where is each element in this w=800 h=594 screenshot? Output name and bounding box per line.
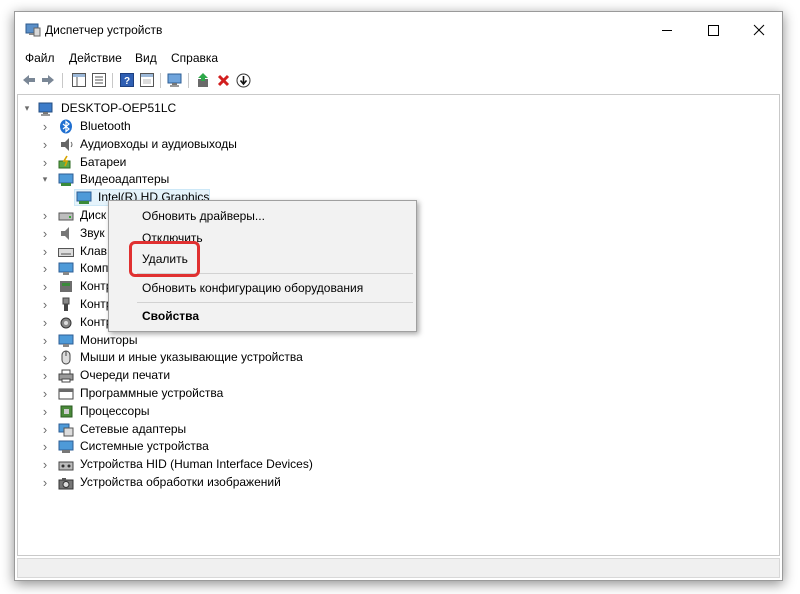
bluetooth-icon (58, 119, 74, 134)
battery-icon (58, 155, 74, 170)
system-device-icon (58, 439, 74, 454)
chevron-right-icon[interactable]: › (40, 474, 50, 491)
chevron-right-icon[interactable]: › (40, 403, 50, 420)
chevron-right-icon[interactable]: › (40, 118, 50, 135)
chevron-right-icon[interactable]: › (40, 225, 50, 242)
chevron-right-icon[interactable]: › (40, 385, 50, 402)
computer-icon (58, 261, 74, 276)
enable-device-icon[interactable] (235, 72, 251, 88)
printer-icon (58, 368, 74, 383)
toolbar-separator (188, 73, 189, 88)
usb-icon (58, 297, 74, 312)
menu-help[interactable]: Справка (171, 51, 218, 65)
show-hide-console-tree-icon[interactable] (71, 72, 87, 88)
hid-icon (58, 457, 74, 472)
tree-node-label: Мыши и иные указывающие устройства (80, 350, 303, 364)
help-icon[interactable]: ? (119, 72, 135, 88)
tree-node-label: Звук (80, 226, 105, 240)
tree-node-label: Процессоры (80, 404, 150, 418)
device-manager-icon (25, 23, 41, 37)
chevron-down-icon[interactable]: ▾ (40, 171, 50, 188)
tree-node-label: Программные устройства (80, 386, 224, 400)
context-update-drivers[interactable]: Обновить драйверы... (142, 209, 265, 223)
toolbar-separator (160, 73, 161, 88)
chevron-right-icon[interactable]: › (40, 243, 50, 260)
toolbar: ? (15, 70, 782, 92)
menu-action[interactable]: Действие (69, 51, 122, 65)
chevron-right-icon[interactable]: › (40, 456, 50, 473)
tree-node-label: Клав (80, 244, 108, 258)
speaker-icon (58, 137, 74, 152)
display-adapter-icon (58, 172, 74, 187)
chevron-right-icon[interactable]: › (40, 136, 50, 153)
properties-view-icon[interactable] (139, 72, 155, 88)
chevron-right-icon[interactable]: › (40, 207, 50, 224)
chevron-right-icon[interactable]: › (40, 438, 50, 455)
minimize-button[interactable] (644, 12, 690, 48)
tree-node-label: Батареи (80, 155, 127, 169)
sound-icon (58, 226, 74, 241)
forward-arrow-icon[interactable] (40, 72, 56, 88)
computer-icon (38, 101, 54, 116)
menu-bar: Файл Действие Вид Справка (15, 48, 782, 68)
menu-view[interactable]: Вид (135, 51, 157, 65)
tree-node-label: Диск (80, 208, 107, 222)
chevron-right-icon[interactable]: › (40, 421, 50, 438)
mouse-icon (58, 350, 74, 365)
tree-node-label: Аудиовходы и аудиовыходы (80, 137, 237, 151)
maximize-button[interactable] (690, 12, 736, 48)
software-device-icon (58, 386, 74, 401)
status-bar (17, 558, 780, 578)
network-adapter-icon (58, 422, 74, 437)
tree-node-label: Устройства обработки изображений (80, 475, 281, 489)
window-title: Диспетчер устройств (45, 23, 163, 37)
tree-node-label: Сетевые адаптеры (80, 422, 187, 436)
tree-node-label: Мониторы (80, 333, 138, 347)
keyboard-icon (58, 244, 74, 259)
context-separator (137, 302, 413, 303)
chevron-right-icon[interactable]: › (40, 296, 50, 313)
chevron-down-icon[interactable]: ▾ (22, 100, 32, 117)
context-properties[interactable]: Свойства (142, 309, 199, 323)
menu-file[interactable]: Файл (25, 51, 55, 65)
tree-node-label: Очереди печати (80, 368, 171, 382)
toolbar-separator (112, 73, 113, 88)
tree-node-label: Bluetooth (80, 119, 131, 133)
display-adapter-icon (76, 190, 92, 205)
tree-root-label: DESKTOP-OEP51LC (61, 101, 177, 115)
processor-icon (58, 404, 74, 419)
uninstall-x-icon[interactable] (215, 72, 231, 88)
tree-node-label: Видеоадаптеры (80, 172, 170, 186)
chevron-right-icon[interactable]: › (40, 332, 50, 349)
list-view-icon[interactable] (91, 72, 107, 88)
chevron-right-icon[interactable]: › (40, 314, 50, 331)
monitor-icon (58, 333, 74, 348)
title-bar: Диспетчер устройств (15, 12, 782, 48)
toolbar-separator (62, 73, 63, 88)
uninstall-highlight-annotation (129, 241, 200, 277)
camera-icon (58, 475, 74, 490)
chevron-right-icon[interactable]: › (40, 154, 50, 171)
disk-drive-icon (58, 208, 74, 223)
back-arrow-icon[interactable] (21, 72, 37, 88)
chevron-right-icon[interactable]: › (40, 367, 50, 384)
chevron-right-icon[interactable]: › (40, 278, 50, 295)
tree-node-label: Системные устройства (80, 439, 209, 453)
chevron-right-icon[interactable]: › (40, 260, 50, 277)
context-scan-hardware[interactable]: Обновить конфигурацию оборудования (142, 281, 363, 295)
close-button[interactable] (736, 12, 782, 48)
controller-icon (58, 279, 74, 294)
scan-hardware-monitor-icon[interactable] (167, 72, 183, 88)
tree-node-label: Комп (80, 261, 109, 275)
svg-text:?: ? (124, 76, 130, 87)
storage-controller-icon (58, 315, 74, 330)
tree-node-label: Устройства HID (Human Interface Devices) (80, 457, 313, 471)
update-driver-icon[interactable] (195, 72, 211, 88)
chevron-right-icon[interactable]: › (40, 349, 50, 366)
